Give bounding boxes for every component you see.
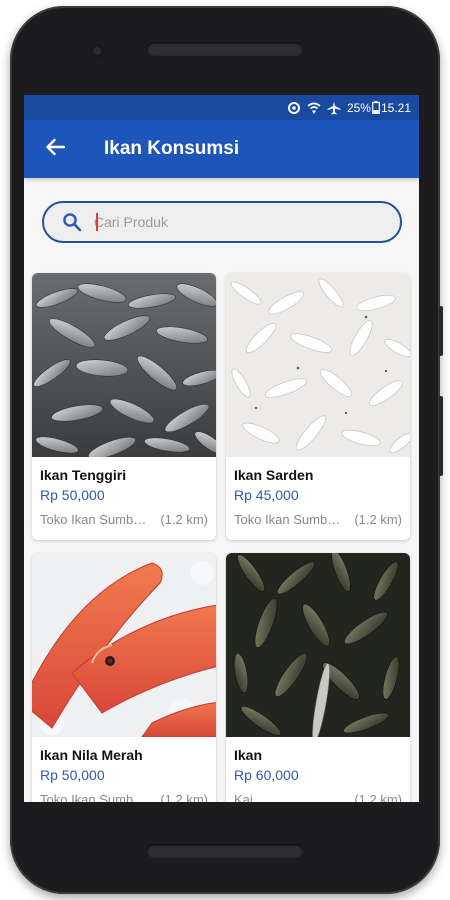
store-name: Toko Ikan Sumber Jaya (40, 512, 148, 527)
product-price: Rp 50,000 (40, 487, 105, 503)
store-name: Toko Ikan Sumber Jaya (234, 512, 342, 527)
product-name: Ikan Nila Merah (40, 747, 143, 763)
text-cursor (96, 213, 98, 231)
product-card[interactable]: Ikan Nila Merah Rp 50,000 Toko Ikan Sumb… (32, 553, 216, 802)
volume-button (439, 306, 443, 356)
power-button (439, 396, 443, 476)
page-title: Ikan Konsumsi (104, 138, 240, 159)
product-price: Rp 45,000 (234, 487, 299, 503)
product-name: Ikan Sarden (234, 467, 314, 483)
product-card[interactable]: Ikan Rp 60,000 Kai (1.2 km) (226, 553, 410, 802)
product-price: Rp 50,000 (40, 767, 105, 783)
back-button[interactable] (40, 134, 70, 164)
battery-label: 25% (346, 100, 371, 115)
clock: 15.21 (380, 100, 411, 115)
arrow-left-icon (45, 138, 66, 161)
product-image-ikan (226, 553, 410, 737)
store-distance: (1.2 km) (354, 792, 402, 802)
store-name: Toko Ikan Sumber Jaya (40, 792, 148, 802)
battery-icon (372, 101, 380, 114)
store-name: Kai (234, 792, 253, 802)
product-card[interactable]: Ikan Sarden Rp 45,000 Toko Ikan Sumber J… (226, 273, 410, 540)
app-screen: 25% 15.21 Ikan Konsumsi Cari Produk Ikan… (24, 95, 419, 802)
product-image-nila-merah (32, 553, 216, 737)
store-distance: (1.2 km) (160, 512, 208, 527)
store-distance: (1.2 km) (160, 792, 208, 802)
product-card[interactable]: Ikan Tenggiri Rp 50,000 Toko Ikan Sumber… (32, 273, 216, 540)
app-bar: Ikan Konsumsi (24, 120, 419, 178)
search-icon (62, 212, 82, 232)
product-name: Ikan Tenggiri (40, 467, 127, 483)
product-price: Rp 60,000 (234, 767, 299, 783)
bottom-speaker (147, 844, 303, 858)
product-image-tenggiri (32, 273, 216, 457)
earpiece-speaker (147, 42, 303, 56)
search-input[interactable] (94, 214, 364, 230)
product-image-sarden (226, 273, 410, 457)
status-bar: 25% 15.21 (24, 95, 419, 120)
product-name: Ikan (234, 747, 263, 763)
airplane-icon (327, 101, 341, 115)
sync-icon (287, 101, 301, 115)
front-camera (90, 44, 104, 58)
search-bar[interactable] (42, 201, 402, 243)
store-distance: (1.2 km) (354, 512, 402, 527)
wifi-icon (307, 101, 321, 115)
